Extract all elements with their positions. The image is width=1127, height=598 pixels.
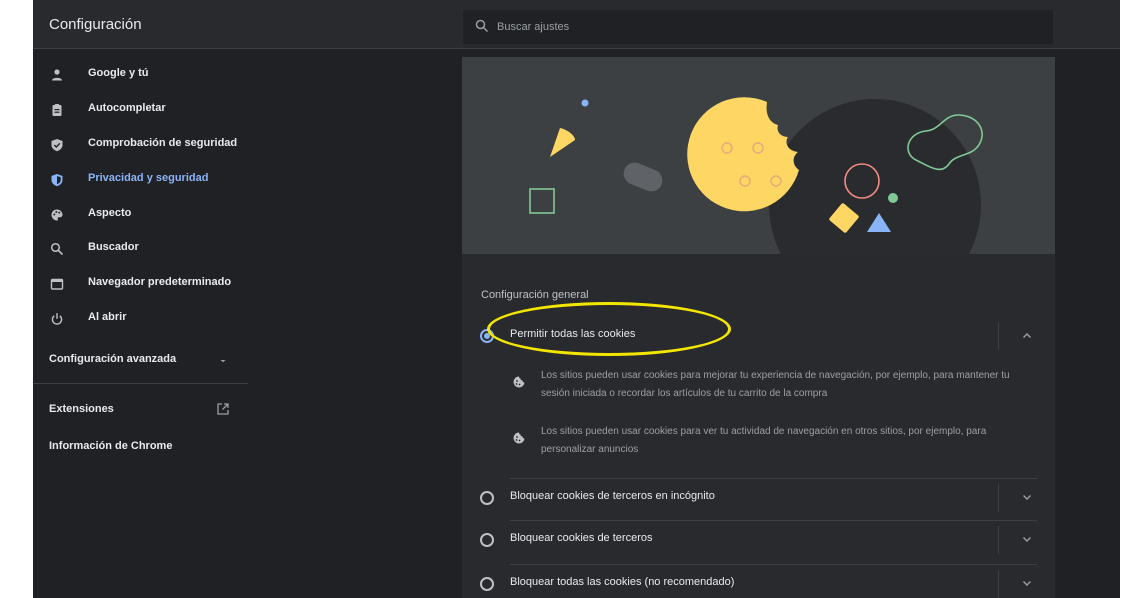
option-label: Bloquear cookies de terceros en incógnit… bbox=[510, 490, 715, 502]
palette-icon bbox=[51, 209, 63, 221]
cookie-option-block-third-party[interactable]: Bloquear cookies de terceros bbox=[462, 520, 1055, 560]
search-icon bbox=[50, 242, 64, 256]
sidebar-item-default-browser[interactable]: Navegador predeterminado bbox=[33, 269, 248, 299]
sidebar-item-label: Privacidad y seguridad bbox=[88, 172, 209, 184]
search-input[interactable] bbox=[497, 10, 1037, 44]
chevron-down-icon[interactable] bbox=[1022, 494, 1032, 501]
cookie-option-block-all[interactable]: Bloquear todas las cookies (no recomenda… bbox=[462, 564, 1055, 598]
radio-button[interactable] bbox=[480, 491, 494, 505]
person-icon bbox=[52, 69, 62, 81]
sidebar-item-safety-check[interactable]: Comprobación de seguridad bbox=[33, 130, 248, 160]
separator bbox=[998, 322, 999, 350]
option-label: Bloquear cookies de terceros bbox=[510, 532, 653, 544]
shield-check-icon bbox=[51, 139, 63, 152]
cookie-icon bbox=[513, 376, 525, 388]
about-chrome-label: Información de Chrome bbox=[49, 440, 173, 452]
sidebar-item-label: Aspecto bbox=[88, 207, 132, 219]
radio-button[interactable] bbox=[480, 533, 494, 547]
top-bar: Configuración bbox=[33, 0, 1120, 49]
cookie-detail-row: Los sitios pueden usar cookies para ver … bbox=[462, 419, 1055, 463]
option-label: Bloquear todas las cookies (no recomenda… bbox=[510, 576, 735, 588]
row-divider bbox=[510, 478, 1037, 479]
caret-down-icon bbox=[220, 360, 226, 363]
search-box[interactable] bbox=[463, 10, 1053, 44]
cookies-illustration bbox=[462, 57, 1055, 254]
section-title: Configuración general bbox=[481, 289, 589, 301]
sidebar-item-label: Google y tú bbox=[88, 67, 149, 79]
open-in-new-icon bbox=[217, 403, 229, 415]
sidebar: Google y tú Autocompletar Comprobación d… bbox=[33, 49, 248, 598]
sidebar-item-label: Buscador bbox=[88, 241, 139, 253]
separator bbox=[998, 570, 999, 598]
chevron-down-icon[interactable] bbox=[1022, 580, 1032, 587]
row-divider bbox=[510, 564, 1037, 565]
sidebar-item-label: Navegador predeterminado bbox=[88, 276, 232, 288]
about-chrome-link[interactable]: Información de Chrome bbox=[33, 434, 248, 460]
cookie-detail-row: Los sitios pueden usar cookies para mejo… bbox=[462, 363, 1055, 407]
separator bbox=[998, 484, 999, 512]
settings-window: Configuración Google y tú Autoco bbox=[33, 0, 1120, 598]
power-icon bbox=[51, 313, 63, 325]
extensions-label: Extensiones bbox=[49, 403, 114, 415]
row-divider bbox=[510, 520, 1037, 521]
radio-button[interactable] bbox=[480, 329, 494, 343]
cookie-option-allow-all[interactable]: Permitir todas las cookies bbox=[462, 316, 1055, 356]
cookie-option-block-third-party-incognito[interactable]: Bloquear cookies de terceros en incógnit… bbox=[462, 478, 1055, 518]
sidebar-item-label: Comprobación de seguridad bbox=[88, 137, 238, 149]
shield-icon bbox=[51, 174, 63, 187]
cookies-card: Configuración general Permitir todas las… bbox=[462, 57, 1055, 598]
sidebar-item-label: Al abrir bbox=[88, 311, 127, 323]
browser-icon bbox=[50, 278, 64, 290]
cookie-detail-text: Los sitios pueden usar cookies para mejo… bbox=[541, 370, 1010, 399]
chevron-down-icon[interactable] bbox=[1022, 536, 1032, 543]
cookie-detail-text: Los sitios pueden usar cookies para ver … bbox=[541, 426, 987, 455]
sidebar-item-privacy[interactable]: Privacidad y seguridad bbox=[33, 165, 248, 195]
sidebar-item-autofill[interactable]: Autocompletar bbox=[33, 95, 248, 125]
sidebar-divider bbox=[33, 383, 248, 384]
extensions-link[interactable]: Extensiones bbox=[33, 397, 248, 423]
clipboard-icon bbox=[52, 104, 62, 116]
separator bbox=[998, 526, 999, 554]
sidebar-item-search-engine[interactable]: Buscador bbox=[33, 234, 248, 264]
advanced-settings-toggle[interactable]: Configuración avanzada bbox=[33, 345, 248, 375]
page-title: Configuración bbox=[49, 16, 142, 33]
sidebar-item-appearance[interactable]: Aspecto bbox=[33, 200, 248, 230]
cookie-icon bbox=[513, 432, 525, 444]
chevron-up-icon[interactable] bbox=[1022, 332, 1032, 339]
sidebar-item-label: Autocompletar bbox=[88, 102, 166, 114]
search-icon bbox=[475, 19, 489, 33]
advanced-settings-label: Configuración avanzada bbox=[49, 353, 177, 365]
option-label: Permitir todas las cookies bbox=[510, 328, 636, 340]
radio-button[interactable] bbox=[480, 577, 494, 591]
sidebar-item-on-startup[interactable]: Al abrir bbox=[33, 304, 248, 334]
sidebar-item-google[interactable]: Google y tú bbox=[33, 60, 248, 90]
